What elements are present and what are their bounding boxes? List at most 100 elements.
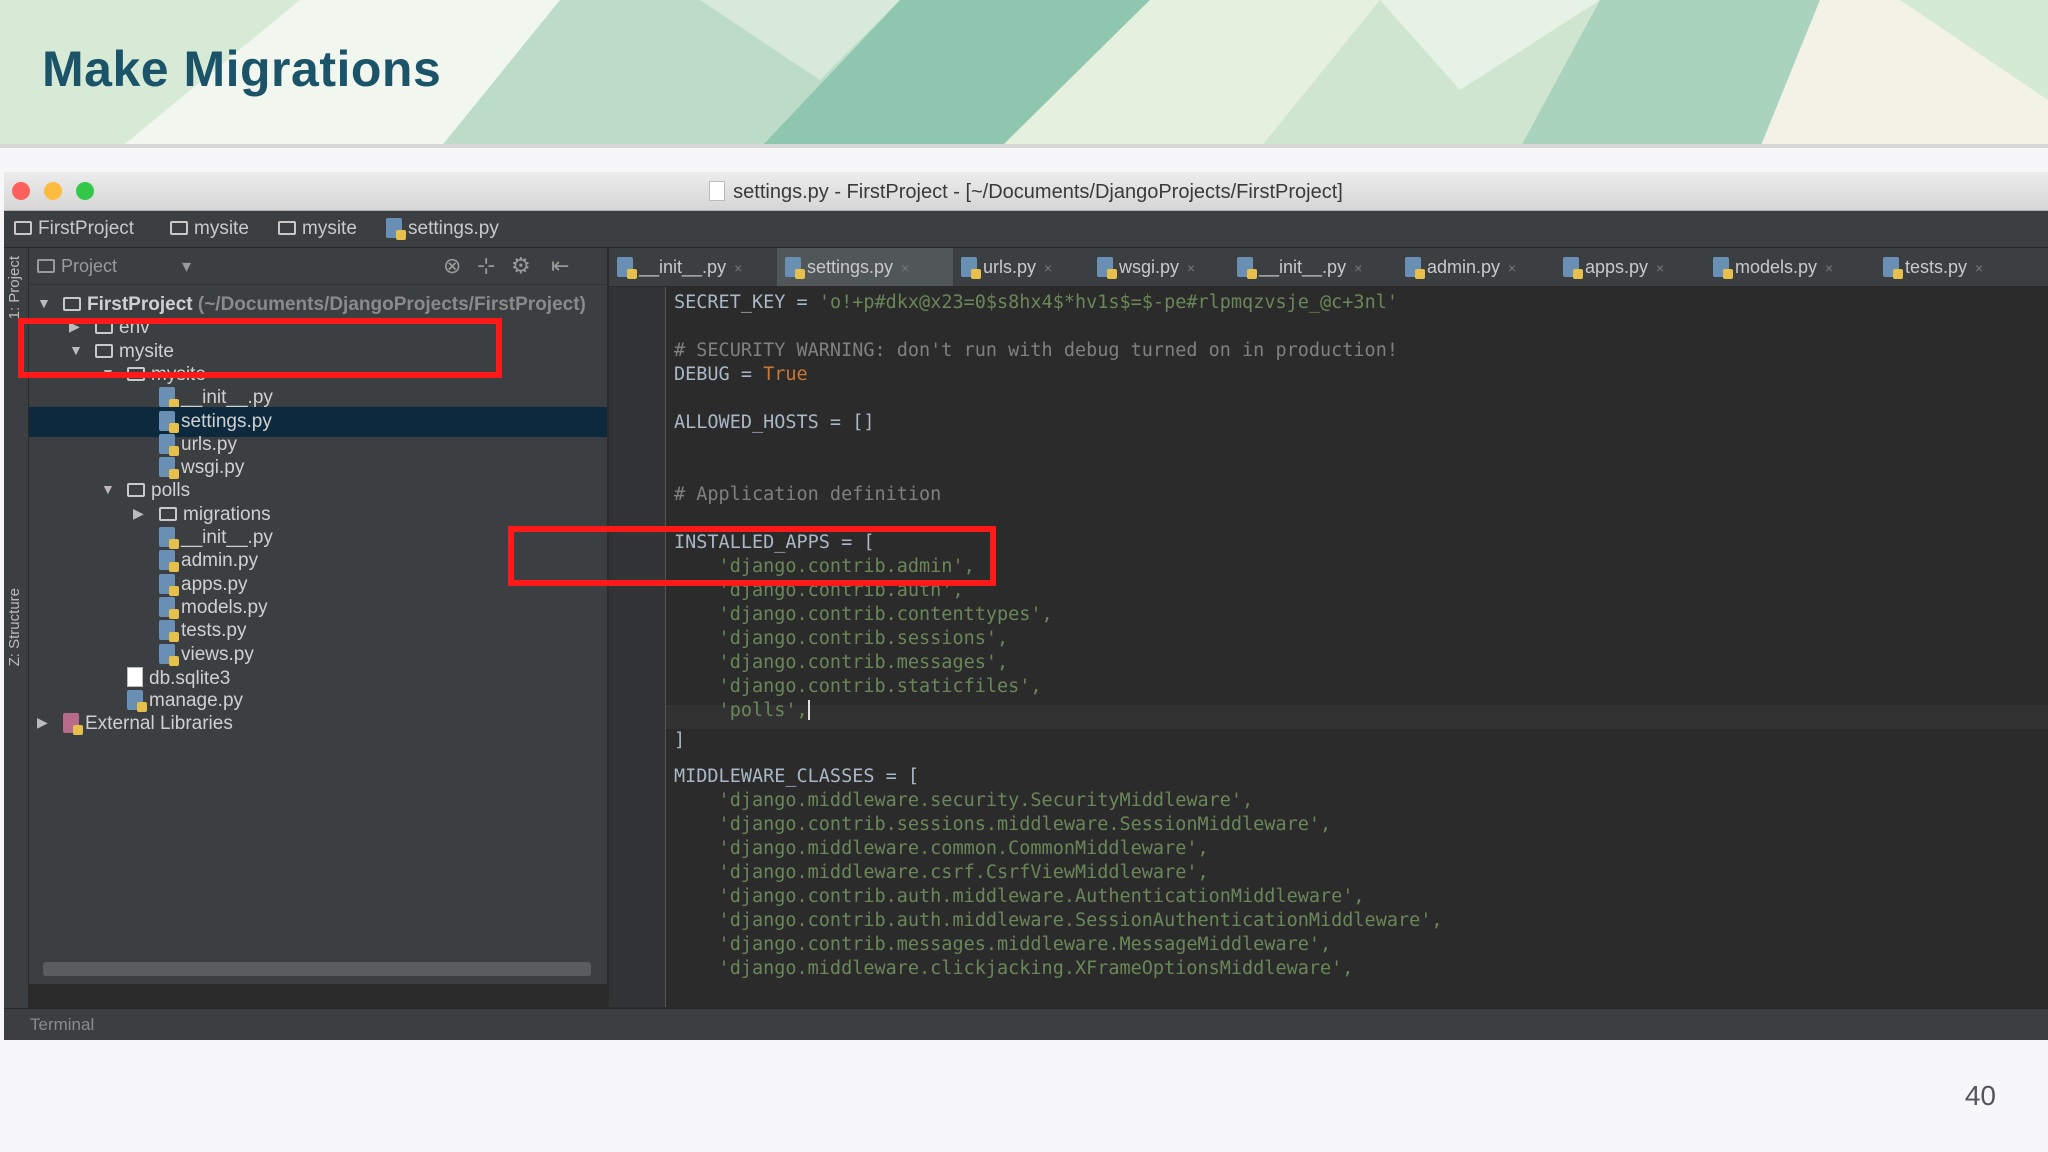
code-line-app-comment: # Application definition bbox=[674, 484, 942, 505]
folder-icon bbox=[170, 221, 188, 235]
tab-label: tests.py bbox=[1905, 257, 1968, 277]
python-file-icon bbox=[159, 596, 179, 619]
tab-label: urls.py bbox=[983, 257, 1037, 277]
chevron-right-icon[interactable]: ▶ bbox=[133, 505, 144, 522]
python-file-icon bbox=[159, 387, 179, 410]
gear-icon[interactable]: ⚙ bbox=[511, 253, 531, 279]
terminal-tab[interactable]: Terminal bbox=[30, 1015, 94, 1035]
code-line-installed-app: 'polls', bbox=[674, 700, 810, 721]
breadcrumb-item-mysite[interactable]: mysite bbox=[170, 218, 249, 240]
python-file-icon bbox=[961, 257, 981, 279]
tree-item-text: views.py bbox=[181, 643, 254, 665]
code-line-middleware-class: 'django.middleware.common.CommonMiddlewa… bbox=[674, 838, 1209, 859]
python-file-icon bbox=[159, 457, 179, 480]
close-icon[interactable]: × bbox=[1656, 260, 1664, 276]
tab-label: __init__.py bbox=[639, 257, 727, 277]
chevron-down-icon: ▾ bbox=[182, 256, 192, 276]
tab-init-py[interactable]: __init__.py × bbox=[609, 248, 777, 286]
tab-apps-py[interactable]: apps.py × bbox=[1555, 248, 1705, 286]
project-view-selector[interactable]: Project ▾ bbox=[37, 256, 191, 277]
tree-item-text: polls bbox=[151, 480, 191, 502]
folder-icon bbox=[278, 221, 296, 235]
close-icon[interactable]: × bbox=[1975, 260, 1983, 276]
tab-project-tool[interactable]: 1: Project bbox=[6, 256, 23, 319]
python-file-icon bbox=[159, 527, 179, 549]
python-file-icon bbox=[1563, 257, 1583, 279]
collapse-all-icon[interactable]: ⊹ bbox=[477, 253, 495, 279]
python-file-icon bbox=[1097, 257, 1117, 279]
python-file-icon bbox=[159, 620, 179, 643]
document-icon bbox=[709, 181, 726, 201]
close-icon[interactable]: × bbox=[1044, 260, 1052, 276]
close-icon[interactable]: × bbox=[734, 260, 742, 276]
code-editor[interactable]: SECRET_KEY = 'o!+p#dkx@x23=0$s8hx4$*hv1s… bbox=[666, 287, 2048, 1007]
bottom-tool-bar: Terminal bbox=[4, 1008, 2048, 1040]
python-file-icon bbox=[159, 550, 179, 573]
scroll-from-source-icon[interactable]: ⊗ bbox=[443, 253, 461, 279]
python-file-icon bbox=[617, 257, 637, 279]
tree-item-text: apps.py bbox=[181, 573, 248, 595]
tab-label: admin.py bbox=[1427, 257, 1501, 277]
code-line-middleware-class: 'django.middleware.clickjacking.XFrameOp… bbox=[674, 958, 1354, 979]
python-file-icon bbox=[1405, 257, 1425, 279]
current-line-highlight bbox=[666, 705, 2048, 729]
python-file-icon bbox=[386, 218, 406, 240]
tree-item-external-libraries[interactable]: ▶ External Libraries bbox=[29, 709, 607, 739]
code-line-secret-key: SECRET_KEY = 'o!+p#dkx@x23=0$s8hx4$*hv1s… bbox=[674, 292, 1398, 313]
python-file-icon bbox=[127, 690, 147, 713]
close-icon[interactable]: × bbox=[1354, 260, 1362, 276]
folder-icon bbox=[37, 259, 55, 273]
close-icon[interactable]: × bbox=[1508, 260, 1516, 276]
tab-structure-tool[interactable]: Z: Structure bbox=[6, 588, 23, 666]
code-line-installed-app: 'django.contrib.contenttypes', bbox=[674, 604, 1053, 625]
highlight-box-settings-file bbox=[18, 318, 502, 378]
breadcrumb-item-firstproject[interactable]: FirstProject bbox=[14, 218, 134, 240]
tab-models-py[interactable]: models.py × bbox=[1705, 248, 1875, 286]
python-file-icon bbox=[159, 643, 179, 666]
code-line-middleware-class: 'django.middleware.csrf.CsrfViewMiddlewa… bbox=[674, 862, 1209, 883]
python-file-icon bbox=[1237, 257, 1257, 279]
tree-item-text: __init__.py bbox=[181, 527, 273, 548]
tab-admin-py[interactable]: admin.py × bbox=[1397, 248, 1555, 286]
tab-urls-py[interactable]: urls.py × bbox=[953, 248, 1089, 286]
python-file-icon bbox=[159, 410, 179, 433]
folder-icon bbox=[63, 297, 81, 311]
tree-item-text: urls.py bbox=[181, 433, 237, 455]
tab-label: models.py bbox=[1735, 257, 1818, 277]
hide-panel-icon[interactable]: ⇤ bbox=[551, 253, 569, 279]
horizontal-scrollbar[interactable] bbox=[43, 962, 591, 976]
code-line-middleware-class: 'django.middleware.security.SecurityMidd… bbox=[674, 790, 1254, 811]
page-number: 40 bbox=[1964, 1080, 1996, 1111]
code-line-middleware-class: 'django.contrib.messages.middleware.Mess… bbox=[674, 934, 1332, 955]
text-caret bbox=[807, 700, 810, 720]
tree-item-text: FirstProject bbox=[87, 294, 193, 315]
close-icon[interactable]: × bbox=[1187, 260, 1195, 276]
breadcrumb-item-mysite-inner[interactable]: mysite bbox=[278, 218, 357, 240]
highlight-box-polls-app bbox=[508, 526, 996, 586]
tab-tests-py[interactable]: tests.py × bbox=[1875, 248, 2025, 286]
tab-wsgi-py[interactable]: wsgi.py × bbox=[1089, 248, 1229, 286]
breadcrumb: FirstProject mysite mysite settings.py bbox=[4, 211, 2048, 248]
close-icon[interactable]: × bbox=[1825, 260, 1833, 276]
python-file-icon bbox=[1713, 257, 1733, 279]
tab-init-py[interactable]: __init__.py × bbox=[1229, 248, 1397, 286]
tree-item-path: (~/Documents/DjangoProjects/FirstProject… bbox=[192, 294, 586, 315]
code-line-middleware: MIDDLEWARE_CLASSES = [ bbox=[674, 766, 920, 787]
tab-label: wsgi.py bbox=[1119, 257, 1180, 277]
window-title: settings.py - FirstProject - [~/Document… bbox=[4, 181, 2048, 204]
window-titlebar: settings.py - FirstProject - [~/Document… bbox=[4, 172, 2048, 211]
close-icon[interactable]: × bbox=[901, 260, 909, 276]
editor-tab-bar: __init__.py × settings.py × urls.py × wsgi.py ×… bbox=[609, 248, 2048, 287]
editor-gutter bbox=[609, 287, 666, 1007]
code-line-debug: DEBUG = True bbox=[674, 364, 808, 385]
chevron-right-icon[interactable]: ▶ bbox=[37, 714, 48, 731]
tab-settings-py[interactable]: settings.py × bbox=[777, 248, 953, 286]
folder-icon bbox=[14, 221, 32, 235]
breadcrumb-item-settings[interactable]: settings.py bbox=[386, 218, 499, 240]
python-file-icon bbox=[159, 433, 179, 456]
chevron-down-icon[interactable]: ▼ bbox=[101, 481, 115, 497]
file-icon bbox=[127, 666, 143, 687]
folder-icon bbox=[159, 506, 177, 521]
code-line-allowed-hosts: ALLOWED_HOSTS = [] bbox=[674, 412, 875, 433]
chevron-down-icon[interactable]: ▼ bbox=[37, 295, 51, 311]
